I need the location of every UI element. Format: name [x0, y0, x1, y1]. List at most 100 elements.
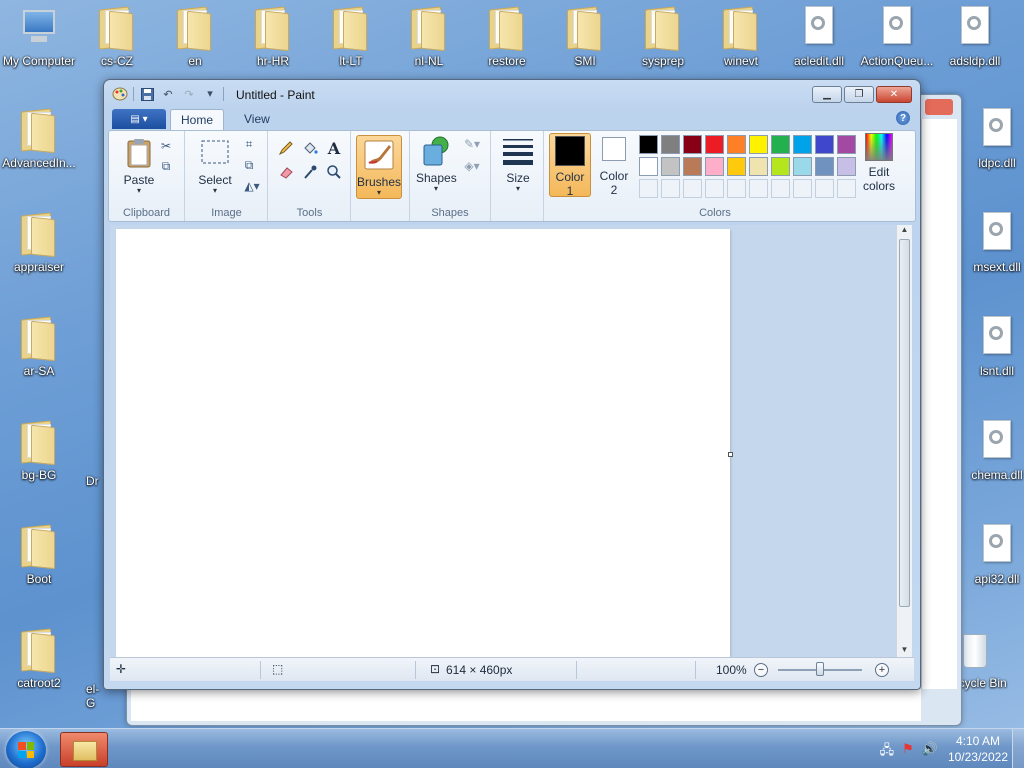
vertical-scrollbar[interactable]: ▲ ▼ — [896, 225, 912, 657]
background-close-button[interactable] — [925, 99, 953, 115]
custom-color-slot[interactable] — [793, 179, 812, 198]
desktop-icon[interactable]: en — [156, 6, 234, 68]
paste-button[interactable]: Paste ▾ — [117, 137, 161, 195]
zoom-in-icon[interactable]: + — [875, 663, 889, 677]
drawing-canvas[interactable] — [116, 229, 730, 657]
desktop-icon[interactable]: api32.dll — [958, 524, 1024, 586]
show-desktop-button[interactable] — [1012, 729, 1024, 768]
custom-color-slot[interactable] — [771, 179, 790, 198]
paint-menu-button[interactable]: ▤ ▾ — [112, 109, 166, 129]
color1-button[interactable]: Color 1 — [549, 133, 591, 198]
palette-swatch[interactable] — [749, 135, 768, 154]
palette-swatch[interactable] — [749, 157, 768, 176]
custom-color-slot[interactable] — [639, 179, 658, 198]
tab-home[interactable]: Home — [170, 109, 225, 130]
desktop-icon[interactable]: restore — [468, 6, 546, 68]
resize-icon[interactable]: ⧉ — [240, 156, 258, 174]
zoom-slider-thumb[interactable] — [816, 662, 824, 676]
desktop-icon[interactable]: sysprep — [624, 6, 702, 68]
close-button[interactable]: ✕ — [876, 86, 912, 103]
shapes-button[interactable]: Shapes ▾ — [416, 135, 457, 193]
restore-button[interactable]: ❐ — [844, 86, 874, 103]
eraser-icon[interactable] — [277, 163, 295, 181]
desktop-icon[interactable]: ar-SA — [0, 316, 78, 378]
custom-color-slot[interactable] — [661, 179, 680, 198]
desktop-icon[interactable]: SMI — [546, 6, 624, 68]
taskbar-explorer-button[interactable] — [60, 732, 108, 767]
canvas-resize-handle[interactable] — [728, 452, 733, 457]
desktop-icon[interactable]: winevt — [702, 6, 780, 68]
redo-icon[interactable]: ↷ — [181, 87, 197, 101]
scroll-up-icon[interactable]: ▲ — [897, 225, 912, 237]
desktop-icon[interactable]: bg-BG — [0, 420, 78, 482]
scroll-thumb[interactable] — [899, 239, 910, 607]
color2-button[interactable]: Color 2 — [595, 135, 633, 197]
palette-swatch[interactable] — [661, 135, 680, 154]
save-icon[interactable] — [139, 87, 155, 101]
brushes-button[interactable]: Brushes ▾ — [356, 135, 402, 199]
magnifier-icon[interactable] — [325, 163, 343, 181]
desktop-icon[interactable]: hr-HR — [234, 6, 312, 68]
palette-swatch[interactable] — [661, 157, 680, 176]
start-button[interactable] — [6, 731, 46, 768]
paint-app-icon[interactable] — [112, 87, 128, 101]
undo-icon[interactable]: ↶ — [160, 87, 176, 101]
desktop-icon[interactable]: ActionQueu... — [858, 6, 936, 68]
scroll-down-icon[interactable]: ▼ — [897, 645, 912, 657]
desktop-icon[interactable]: My Computer — [0, 6, 78, 68]
fill-icon[interactable]: ◈▾ — [458, 157, 486, 175]
desktop-icon[interactable]: AdvancedIn... — [0, 108, 78, 170]
cut-icon[interactable]: ✂ — [157, 137, 175, 155]
pencil-icon[interactable] — [277, 139, 295, 157]
custom-color-slot[interactable] — [837, 179, 856, 198]
desktop-icon[interactable]: ldpc.dll — [958, 108, 1024, 170]
volume-icon[interactable]: 🔊 — [922, 741, 938, 763]
outline-icon[interactable]: ✎▾ — [458, 135, 486, 153]
palette-swatch[interactable] — [639, 135, 658, 154]
palette-swatch[interactable] — [683, 157, 702, 176]
palette-swatch[interactable] — [727, 135, 746, 154]
desktop-icon[interactable]: Boot — [0, 524, 78, 586]
edit-colors-button[interactable]: Edit colors — [857, 133, 901, 193]
help-icon[interactable]: ? — [896, 111, 910, 125]
desktop-icon[interactable]: catroot2 — [0, 628, 78, 690]
desktop-icon[interactable]: chema.dll — [958, 420, 1024, 482]
title-bar[interactable]: ↶ ↷ ▾ Untitled - Paint ▁ ❐ ✕ — [104, 80, 920, 108]
select-button[interactable]: Select ▾ — [194, 137, 236, 195]
custom-color-slot[interactable] — [727, 179, 746, 198]
palette-swatch[interactable] — [705, 157, 724, 176]
palette-swatch[interactable] — [793, 157, 812, 176]
palette-swatch[interactable] — [815, 157, 834, 176]
desktop-icon[interactable]: appraiser — [0, 212, 78, 274]
palette-swatch[interactable] — [683, 135, 702, 154]
rotate-icon[interactable]: ◭▾ — [240, 177, 264, 195]
customize-quick-access-icon[interactable]: ▾ — [202, 87, 218, 101]
palette-swatch[interactable] — [639, 157, 658, 176]
fill-bucket-icon[interactable] — [301, 139, 319, 157]
custom-color-slot[interactable] — [749, 179, 768, 198]
palette-swatch[interactable] — [727, 157, 746, 176]
copy-icon[interactable]: ⧉ — [157, 157, 175, 175]
desktop-icon[interactable]: lt-LT — [312, 6, 390, 68]
minimize-button[interactable]: ▁ — [812, 86, 842, 103]
palette-swatch[interactable] — [815, 135, 834, 154]
palette-swatch[interactable] — [771, 135, 790, 154]
desktop-icon[interactable]: acledit.dll — [780, 6, 858, 68]
color-picker-icon[interactable] — [301, 163, 319, 181]
tab-view[interactable]: View — [234, 109, 280, 130]
desktop-icon[interactable]: nl-NL — [390, 6, 468, 68]
network-icon[interactable]: 🖧 — [880, 741, 895, 763]
palette-swatch[interactable] — [705, 135, 724, 154]
crop-icon[interactable]: ⌗ — [240, 135, 258, 153]
clock[interactable]: 4:10 AM 10/23/2022 — [948, 733, 1008, 765]
zoom-out-icon[interactable]: − — [754, 663, 768, 677]
custom-color-slot[interactable] — [705, 179, 724, 198]
size-button[interactable]: Size ▾ — [498, 135, 538, 193]
custom-color-slot[interactable] — [683, 179, 702, 198]
desktop-icon[interactable]: adsldp.dll — [936, 6, 1014, 68]
palette-swatch[interactable] — [837, 157, 856, 176]
custom-color-slot[interactable] — [815, 179, 834, 198]
desktop-icon[interactable]: msext.dll — [958, 212, 1024, 274]
text-tool-icon[interactable]: A — [325, 139, 343, 158]
desktop-icon[interactable]: lsnt.dll — [958, 316, 1024, 378]
